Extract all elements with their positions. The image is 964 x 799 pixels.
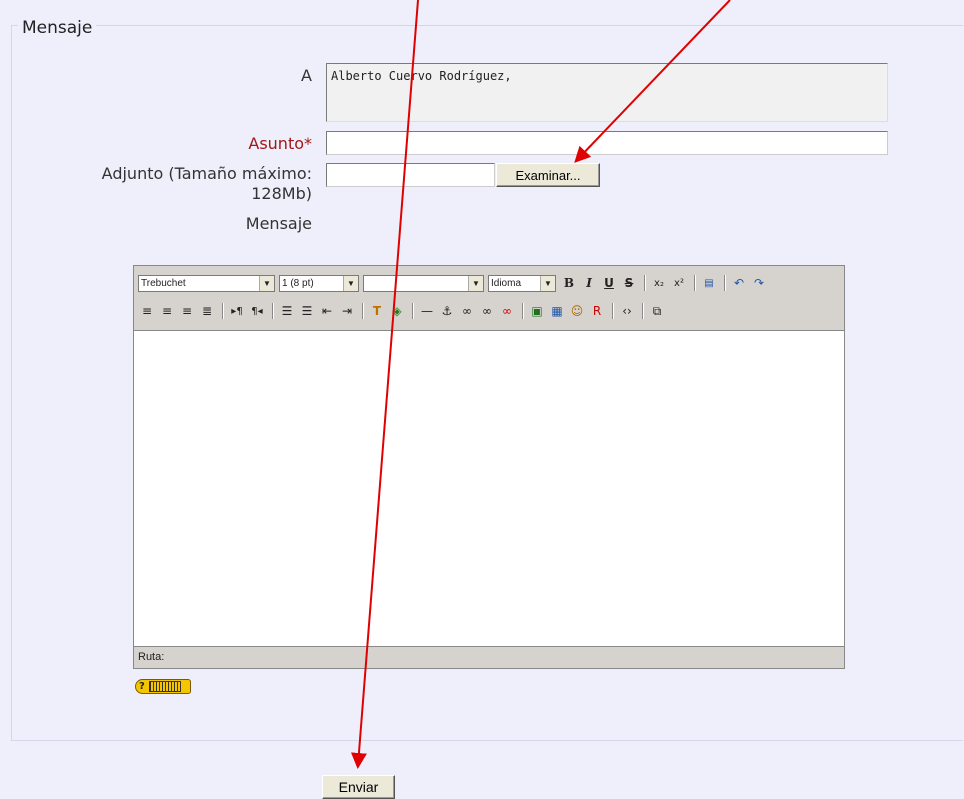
recipient-field: Alberto Cuervo Rodríguez, <box>326 63 888 122</box>
format-select[interactable]: ▼ <box>363 274 484 292</box>
nolink-icon[interactable]: ∞ <box>498 302 516 320</box>
paste-word-icon[interactable]: ▤ <box>700 274 718 292</box>
editor-toolbar: Trebuchet ▼ 1 (8 pt) ▼ ▼ Idioma ▼ B I U S x… <box>134 266 844 331</box>
rtl-icon[interactable]: ¶◂ <box>248 302 266 320</box>
undo-icon[interactable]: ↶ <box>730 274 748 292</box>
html-source-icon[interactable]: ‹› <box>618 302 636 320</box>
attachment-label: Adjunto (Tamaño máximo: 128Mb) <box>101 164 312 203</box>
toolbar-separator <box>412 303 414 319</box>
editor-content-area[interactable] <box>134 331 844 645</box>
editor-path-bar: Ruta: <box>134 646 844 668</box>
indent-icon[interactable]: ⇥ <box>338 302 356 320</box>
horizontal-rule-icon[interactable]: — <box>418 302 436 320</box>
underline-icon[interactable]: U <box>600 274 618 292</box>
anchor-icon[interactable]: ⚓ <box>438 302 456 320</box>
outdent-icon[interactable]: ⇤ <box>318 302 336 320</box>
link-icon[interactable]: ∞ <box>458 302 476 320</box>
subject-label: Asunto* <box>248 134 312 153</box>
table-icon[interactable]: ▦ <box>548 302 566 320</box>
toolbar-separator <box>694 275 696 291</box>
message-label: Mensaje <box>245 214 312 233</box>
chevron-down-icon: ▼ <box>540 275 555 291</box>
italic-icon[interactable]: I <box>580 274 598 292</box>
image-icon[interactable]: ▣ <box>528 302 546 320</box>
attachment-path-input[interactable] <box>326 163 495 187</box>
bg-color-icon[interactable]: ◈ <box>388 302 406 320</box>
chevron-down-icon: ▼ <box>468 275 483 291</box>
smiley-icon[interactable]: ☺ <box>568 302 586 320</box>
chevron-down-icon: ▼ <box>343 275 358 291</box>
unordered-list-icon[interactable]: ☰ <box>298 302 316 320</box>
to-label: A <box>301 66 312 85</box>
justify-icon[interactable]: ≣ <box>198 302 216 320</box>
align-right-icon[interactable]: ≡ <box>178 302 196 320</box>
browse-button[interactable]: Examinar... <box>496 163 600 187</box>
strikethrough-icon[interactable]: S <box>620 274 638 292</box>
keyboard-help-icon[interactable]: ? <box>135 679 191 694</box>
superscript-icon[interactable]: x² <box>670 274 688 292</box>
fieldset-legend: Mensaje <box>18 18 97 38</box>
toolbar-separator <box>612 303 614 319</box>
toolbar-separator <box>222 303 224 319</box>
chevron-down-icon: ▼ <box>259 275 274 291</box>
fullscreen-icon[interactable]: ⧉ <box>648 302 666 320</box>
ordered-list-icon[interactable]: ☰ <box>278 302 296 320</box>
text-color-icon[interactable]: T <box>368 302 386 320</box>
search-replace-icon[interactable]: R <box>588 302 606 320</box>
toolbar-separator <box>522 303 524 319</box>
align-center-icon[interactable]: ≡ <box>158 302 176 320</box>
bold-icon[interactable]: B <box>560 274 578 292</box>
toolbar-separator <box>642 303 644 319</box>
toolbar-separator <box>272 303 274 319</box>
toolbar-separator <box>724 275 726 291</box>
unlink-icon[interactable]: ∞ <box>478 302 496 320</box>
font-size-select[interactable]: 1 (8 pt) ▼ <box>279 274 359 292</box>
send-button[interactable]: Enviar <box>322 775 395 799</box>
subscript-icon[interactable]: x₂ <box>650 274 668 292</box>
toolbar-separator <box>644 275 646 291</box>
toolbar-separator <box>362 303 364 319</box>
language-select[interactable]: Idioma ▼ <box>488 274 556 292</box>
html-editor: Trebuchet ▼ 1 (8 pt) ▼ ▼ Idioma ▼ B I U S x… <box>133 265 845 669</box>
redo-icon[interactable]: ↷ <box>750 274 768 292</box>
align-left-icon[interactable]: ≡ <box>138 302 156 320</box>
keyboard-icon <box>148 681 181 692</box>
ltr-icon[interactable]: ▸¶ <box>228 302 246 320</box>
subject-input[interactable] <box>326 131 888 155</box>
font-family-select[interactable]: Trebuchet ▼ <box>138 274 275 292</box>
